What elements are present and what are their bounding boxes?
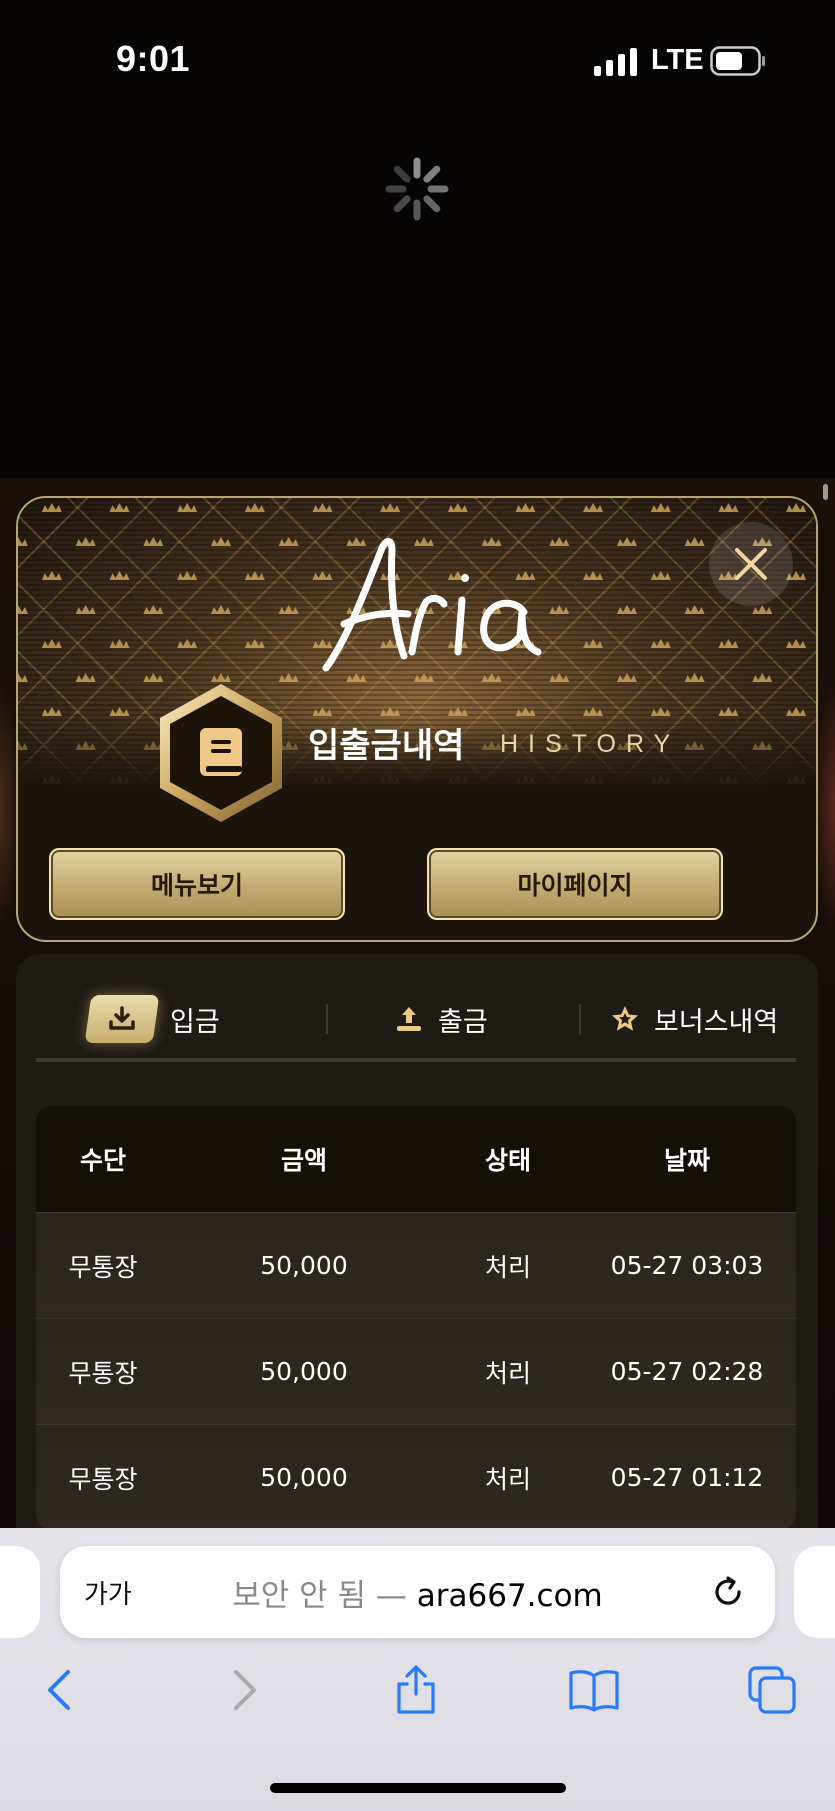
cell-date: 05-27 02:28 (610, 1357, 764, 1386)
back-icon[interactable] (36, 1664, 88, 1716)
battery-icon (710, 46, 765, 76)
cell-status: 처리 (484, 1358, 531, 1388)
home-indicator (270, 1783, 566, 1793)
history-tabs: 입금 출금 보너스내역 (36, 986, 796, 1052)
cell-amount: 50,000 (260, 1357, 348, 1386)
close-button[interactable] (709, 522, 793, 606)
cell-date: 05-27 01:12 (610, 1463, 764, 1492)
tab-divider (579, 1004, 581, 1034)
tab-divider (326, 1004, 328, 1034)
column-header-status: 상태 (484, 1146, 531, 1175)
tab-withdraw-label: 출금 (438, 1006, 488, 1038)
cell-method: 무통장 (68, 1464, 138, 1494)
book-icon-badge (160, 684, 282, 822)
mypage-button[interactable]: 마이페이지 (427, 848, 723, 920)
next-tab-card[interactable] (794, 1546, 835, 1638)
close-icon (735, 548, 767, 580)
cell-method: 무통장 (68, 1252, 138, 1282)
table-header: 수단 금액 상태 날짜 (36, 1106, 796, 1212)
page-subtitle: HISTORY (500, 730, 681, 758)
tab-active-pill (84, 995, 160, 1043)
app-root: { "status_bar": { "time": "9:01", "netwo… (0, 0, 835, 1811)
reload-icon[interactable] (706, 1570, 750, 1614)
cell-date: 05-27 03:03 (610, 1251, 764, 1280)
status-time: 9:01 (116, 38, 191, 79)
tabs-icon[interactable] (746, 1664, 798, 1716)
page-title: 입출금내역 (308, 726, 465, 766)
star-icon (612, 1006, 638, 1031)
upload-icon (397, 1007, 421, 1031)
menu-button[interactable]: 메뉴보기 (49, 848, 345, 920)
history-content: 입금 출금 보너스내역 수단 금액 상태 날짜 무통장 50,000 처리 05… (16, 954, 818, 1574)
tab-withdraw[interactable]: 출금 (394, 986, 488, 1052)
column-header-date: 날짜 (663, 1146, 710, 1175)
tab-deposit-label: 입금 (170, 1006, 220, 1038)
aria-logo (322, 538, 542, 672)
tab-bonus-label: 보너스내역 (654, 1006, 779, 1038)
signal-icon (594, 48, 637, 76)
cell-method: 무통장 (68, 1358, 138, 1388)
history-modal-header: 입출금내역 HISTORY 메뉴보기 마이페이지 (16, 496, 818, 942)
tab-deposit[interactable]: 입금 (84, 986, 220, 1052)
tabs-underline (36, 1058, 796, 1062)
security-warning-label: 보안 안 됨 — (232, 1578, 407, 1614)
table-row: 무통장 50,000 처리 05-27 01:12 (36, 1424, 796, 1530)
column-header-method: 수단 (79, 1146, 126, 1175)
address-bar[interactable]: 가가 보안 안 됨 — ara667.com (60, 1546, 775, 1638)
previous-tab-card[interactable] (0, 1546, 40, 1638)
cell-status: 처리 (484, 1464, 531, 1494)
cell-amount: 50,000 (260, 1463, 348, 1492)
bookmarks-icon[interactable] (568, 1664, 620, 1716)
cell-amount: 50,000 (260, 1251, 348, 1280)
forward-icon[interactable] (216, 1664, 268, 1716)
share-icon[interactable] (390, 1664, 442, 1716)
network-label: LTE (651, 44, 704, 76)
loading-spinner-icon (385, 157, 449, 221)
download-icon (109, 1006, 135, 1030)
table-row: 무통장 50,000 처리 05-27 03:03 (36, 1212, 796, 1318)
tab-bonus[interactable]: 보너스내역 (610, 986, 778, 1052)
url-display[interactable]: 보안 안 됨 — ara667.com (60, 1570, 775, 1615)
cell-status: 처리 (484, 1252, 531, 1282)
history-table: 수단 금액 상태 날짜 무통장 50,000 처리 05-27 03:03 무통… (36, 1106, 796, 1530)
table-row: 무통장 50,000 처리 05-27 02:28 (36, 1318, 796, 1424)
url-domain: ara667.com (416, 1578, 603, 1614)
scrollbar[interactable] (823, 484, 828, 500)
column-header-amount: 금액 (280, 1146, 327, 1175)
